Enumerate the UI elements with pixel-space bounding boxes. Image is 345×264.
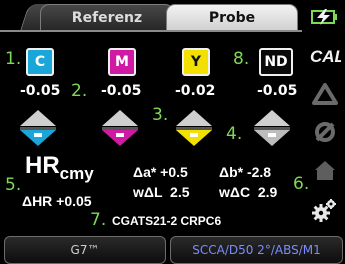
weighted-delta-l: wΔL 2.5 (133, 184, 190, 200)
tolerance-arrow-c (20, 110, 56, 146)
hr-main: HR (25, 152, 60, 179)
patch-c-label: C (34, 54, 46, 70)
value-c: -0.05 (20, 83, 61, 99)
patch-y-label: Y (190, 54, 202, 70)
marker-6: 6. (293, 174, 310, 194)
marker-2: 2. (71, 81, 88, 101)
delta-icon[interactable] (308, 80, 342, 108)
delta-a: Δa* +0.5 (133, 164, 188, 180)
tab-referenz-label: Referenz (71, 10, 143, 26)
hr-label: HRcmy (25, 152, 94, 183)
tolerance-arrow-m (102, 110, 138, 146)
value-nd: -0.05 (257, 83, 298, 99)
weighted-delta-c: wΔC 2.9 (219, 184, 278, 200)
patch-y[interactable]: Y (182, 48, 210, 76)
marker-8: 8. (233, 49, 250, 69)
patch-nd-label: ND (264, 54, 288, 70)
tab-probe-label: Probe (208, 10, 256, 26)
bottom-button-measurement-mode[interactable]: SCCA/D50 2°/ABS/M1 (170, 236, 343, 264)
tab-underline (0, 30, 302, 32)
bottom-mode-label: SCCA/D50 2°/ABS/M1 (192, 243, 321, 257)
house-icon[interactable] (308, 156, 342, 184)
marker-3: 3. (152, 105, 169, 125)
battery-charging-icon (308, 6, 342, 28)
null-icon[interactable] (308, 118, 342, 146)
svg-text:CAL: CAL (310, 47, 341, 66)
value-m: -0.05 (101, 83, 142, 99)
delta-b: Δb* -2.8 (219, 164, 272, 180)
tab-probe[interactable]: Probe (166, 4, 298, 31)
patch-m-label: M (115, 54, 129, 70)
tab-referenz[interactable]: Referenz (40, 4, 174, 31)
delta-hr: ΔHR +0.05 (22, 193, 92, 209)
value-y: -0.02 (175, 83, 216, 99)
standard-label: CGATS21-2 CRPC6 (112, 214, 222, 228)
tolerance-arrow-nd (254, 110, 290, 146)
patch-m[interactable]: M (108, 48, 136, 76)
patch-c[interactable]: C (26, 48, 54, 76)
hr-subscript: cmy (59, 164, 94, 183)
marker-4: 4. (226, 124, 243, 144)
marker-5: 5. (5, 175, 22, 195)
bottom-button-g7[interactable]: G7™ (4, 236, 166, 264)
bottom-g7-label: G7™ (70, 243, 100, 257)
marker-1: 1. (5, 49, 22, 69)
marker-7: 7. (90, 210, 107, 230)
cal-icon[interactable]: CAL (308, 40, 342, 72)
gear-icon[interactable] (308, 196, 342, 226)
patch-nd[interactable]: ND (259, 48, 293, 76)
tolerance-arrow-y (176, 110, 212, 146)
